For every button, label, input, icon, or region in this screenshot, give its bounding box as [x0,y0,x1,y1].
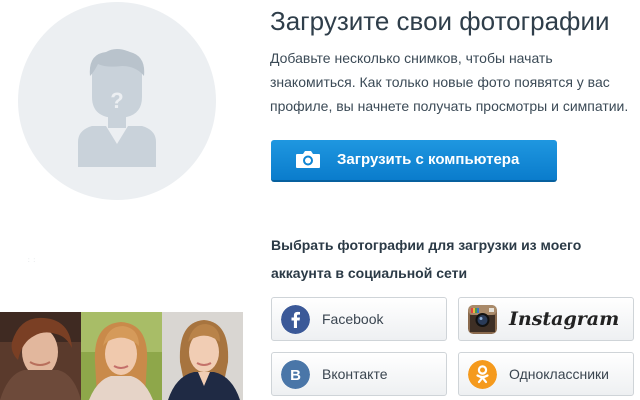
svg-text:?: ? [110,88,123,113]
vkontakte-label: Вконтакте [322,366,388,382]
instagram-icon [468,305,497,334]
instagram-button[interactable]: Instagram [458,297,634,341]
upload-from-computer-button[interactable]: Загрузить с компьютера [271,140,557,182]
vkontakte-icon: B [281,360,310,389]
user-placeholder-icon: ? [78,49,156,167]
vkontakte-button[interactable]: B Вконтакте [271,352,447,396]
facebook-icon [281,305,310,334]
page-description: Добавьте несколько снимков, чтобы начать… [270,46,638,118]
decorative-dots: : : [28,258,37,264]
instagram-label: Instagram [509,308,620,330]
social-heading-line: аккаунта в социальной сети [271,265,468,281]
description-line: Добавьте несколько снимков, чтобы начать [270,50,553,66]
facebook-button[interactable]: Facebook [271,297,447,341]
sample-photo [0,312,81,400]
odnoklassniki-label: Одноклассники [509,366,610,382]
sample-photo [162,312,243,400]
odnoklassniki-button[interactable]: Одноклассники [458,352,634,396]
page-title: Загрузите свои фотографии [270,6,610,36]
svg-text:B: B [290,367,301,384]
camera-icon [296,151,320,168]
odnoklassniki-icon [468,360,497,389]
description-line: профиле, вы начнете получать просмотры и… [270,98,629,114]
upload-button-label: Загрузить с компьютера [337,151,520,168]
social-heading-line: Выбрать фотографии для загрузки из моего [271,237,582,253]
sample-photo [81,312,162,400]
avatar-placeholder: ? [18,2,216,200]
facebook-label: Facebook [322,311,384,327]
sample-photos [0,312,245,400]
description-line: знакомиться. Как только новые фото появя… [270,74,610,90]
social-heading: Выбрать фотографии для загрузки из моего… [271,231,640,287]
